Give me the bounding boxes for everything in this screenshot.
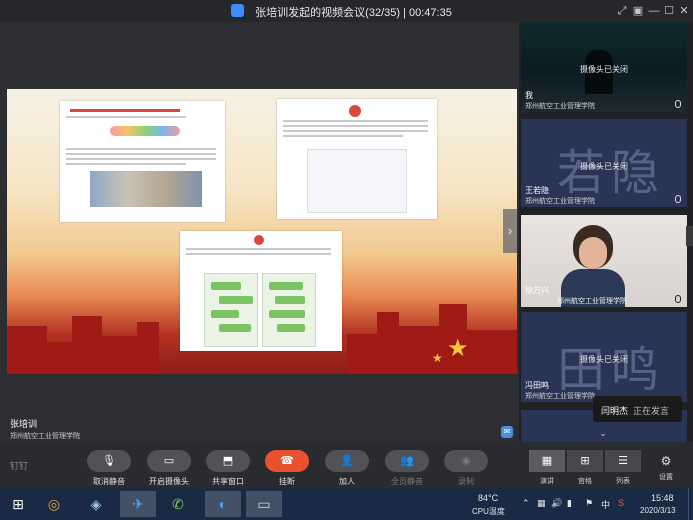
hangup-icon: ☎ bbox=[280, 455, 294, 467]
next-page-arrow[interactable]: › bbox=[503, 209, 517, 253]
document-page bbox=[180, 231, 342, 351]
participant-tile[interactable]: 田鸣 摄像头已关闭 冯田鸣 郑州航空工业管理学院 bbox=[521, 312, 687, 402]
maximize-button[interactable]: ☐ bbox=[661, 3, 677, 19]
list-view-label: 列表 bbox=[616, 478, 630, 485]
add-person-label: 加人 bbox=[339, 477, 355, 486]
volume-icon[interactable]: 🔊 bbox=[551, 498, 562, 509]
grid-view-icon: ⊞ bbox=[580, 455, 590, 467]
grid-view-button[interactable]: ⊞ bbox=[567, 450, 603, 472]
camera-on-label: 开启摄像头 bbox=[149, 477, 189, 486]
gear-icon: ⚙ bbox=[660, 454, 672, 468]
unmute-button[interactable]: 🎙 取消静音 bbox=[87, 450, 131, 487]
speaking-indicator: 闫明杰 正在发言 bbox=[593, 396, 682, 422]
speaker-view-label: 演讲 bbox=[540, 478, 554, 485]
camera-status: 摄像头已关闭 bbox=[580, 162, 628, 171]
participant-tile[interactable]: 徐万兴 郑州航空工业管理学院 bbox=[521, 215, 687, 307]
show-desktop-button[interactable] bbox=[688, 488, 693, 520]
camera-off-icon: ▭ bbox=[163, 455, 175, 467]
window-icon[interactable]: ▭ bbox=[246, 491, 282, 517]
speaker-view-button[interactable]: ▦ bbox=[529, 450, 565, 472]
speaker-status: 正在发言 bbox=[633, 406, 670, 416]
record-label: 录制 bbox=[458, 477, 474, 486]
panel-handle[interactable] bbox=[686, 226, 693, 246]
record-button[interactable]: ◉ 录制 bbox=[444, 450, 488, 487]
document-page bbox=[60, 101, 225, 222]
participant-video bbox=[561, 225, 625, 307]
share-window-button[interactable]: ⬒ 共享窗口 bbox=[206, 450, 250, 487]
camera-on-button[interactable]: ▭ 开启摄像头 bbox=[147, 450, 191, 487]
cpu-label: CPU温度 bbox=[472, 507, 505, 516]
list-view-button[interactable]: ☰ bbox=[605, 450, 641, 472]
brand-label: 钉钉 bbox=[10, 461, 29, 471]
wechat-icon[interactable]: ✆ bbox=[160, 491, 196, 517]
settings-button[interactable]: ⚙ 设置 bbox=[652, 454, 680, 482]
document-page bbox=[277, 99, 437, 219]
share-screen-icon: ⬒ bbox=[222, 455, 234, 467]
share-window-label: 共享窗口 bbox=[212, 477, 244, 486]
participant-tile[interactable]: 摄像头已关闭 我 郑州航空工业管理学院 bbox=[521, 22, 687, 112]
add-person-button[interactable]: 👤 加人 bbox=[325, 450, 369, 487]
expand-icon[interactable]: ⤢ bbox=[614, 3, 630, 19]
settings-label: 设置 bbox=[659, 474, 673, 481]
mute-all-label: 全员静音 bbox=[391, 477, 423, 486]
speaker-view-icon: ▦ bbox=[541, 455, 553, 467]
host-name: 张培训 bbox=[10, 419, 38, 429]
network-icon[interactable]: ▮ bbox=[567, 498, 572, 509]
dingtalk-icon[interactable]: ✈ bbox=[120, 491, 156, 517]
tray-chevron-icon[interactable]: ⌃ bbox=[522, 498, 530, 509]
add-person-icon: 👤 bbox=[340, 455, 354, 467]
hangup-button[interactable]: ☎ 挂断 bbox=[265, 450, 309, 487]
shared-screen: ★ ★ bbox=[7, 89, 517, 374]
mic-muted-icon: 🎙 bbox=[102, 455, 116, 467]
participant-name: 冯田鸣 bbox=[525, 381, 549, 390]
participant-org: 郑州航空工业管理学院 bbox=[557, 298, 627, 305]
tray-app-icon[interactable]: ▦ bbox=[537, 498, 546, 509]
record-icon: ◉ bbox=[461, 455, 471, 467]
participant-name: 我 bbox=[525, 91, 533, 100]
minimize-button[interactable]: — bbox=[646, 3, 662, 19]
chevron-down-icon[interactable]: ⌄ bbox=[596, 428, 610, 438]
participant-panel: 摄像头已关闭 我 郑州航空工业管理学院 若隐 摄像头已关闭 王若隐 郑州航空工业… bbox=[519, 22, 693, 442]
cpu-temp: 84°C bbox=[478, 493, 499, 503]
window-title: 张培训发起的视频会议(32/35) | 00:47:35 bbox=[255, 7, 452, 19]
speaker-name: 闫明杰 bbox=[601, 406, 629, 416]
sogou-icon[interactable]: S bbox=[618, 498, 624, 508]
host-org: 郑州航空工业管理学院 bbox=[10, 433, 80, 440]
title-bar: 张培训发起的视频会议(32/35) | 00:47:35 ⤢ ▣ — ☐ ✕ bbox=[0, 0, 693, 22]
video-meeting-icon[interactable]: ◐ bbox=[205, 491, 241, 517]
ime-indicator[interactable]: 中 bbox=[601, 498, 610, 511]
hangup-label: 挂断 bbox=[279, 477, 295, 486]
popout-icon[interactable]: ▣ bbox=[630, 3, 646, 19]
participant-name: 王若隐 bbox=[525, 186, 549, 195]
meeting-toolbar: 钉钉 🎙 取消静音 ▭ 开启摄像头 ⬒ 共享窗口 ☎ 挂断 👤 加人 👥 全员静… bbox=[0, 442, 693, 488]
star-decoration: ★ bbox=[432, 351, 443, 365]
participant-name: 徐万兴 bbox=[525, 286, 549, 295]
mic-icon bbox=[675, 295, 681, 303]
app-icon[interactable]: ◈ bbox=[78, 491, 114, 517]
unmute-label: 取消静音 bbox=[93, 477, 125, 486]
participant-tile[interactable]: 若隐 摄像头已关闭 王若隐 郑州航空工业管理学院 bbox=[521, 119, 687, 207]
camera-status: 摄像头已关闭 bbox=[580, 355, 628, 364]
participant-org: 郑州航空工业管理学院 bbox=[525, 198, 595, 205]
mic-muted-icon bbox=[675, 195, 681, 203]
taskbar: ⊞ ◎ ◈ ✈ ✆ ◐ ▭ 84°C CPU温度 ⌃ ▦ 🔊 ▮ ⚑ 中 S 1… bbox=[0, 488, 693, 520]
mic-muted-icon bbox=[675, 100, 681, 108]
chat-icon[interactable]: ✉ bbox=[501, 426, 513, 438]
mute-all-button[interactable]: 👥 全员静音 bbox=[385, 450, 429, 487]
participant-org: 郑州航空工业管理学院 bbox=[525, 393, 595, 400]
windows-start-icon[interactable]: ⊞ bbox=[0, 491, 36, 517]
camera-status: 摄像头已关闭 bbox=[580, 65, 628, 74]
list-view-icon: ☰ bbox=[618, 455, 628, 467]
clock-date: 2020/3/13 bbox=[640, 506, 676, 515]
flag-icon[interactable]: ⚑ bbox=[585, 498, 593, 509]
mute-all-icon: 👥 bbox=[400, 455, 414, 467]
star-decoration: ★ bbox=[447, 335, 469, 362]
close-button[interactable]: ✕ bbox=[676, 3, 692, 19]
clock-time: 15:48 bbox=[651, 493, 674, 503]
name-watermark: 田鸣 bbox=[557, 344, 666, 397]
participant-org: 郑州航空工业管理学院 bbox=[525, 103, 595, 110]
grid-view-label: 宫格 bbox=[578, 478, 592, 485]
chrome-icon[interactable]: ◎ bbox=[36, 491, 72, 517]
